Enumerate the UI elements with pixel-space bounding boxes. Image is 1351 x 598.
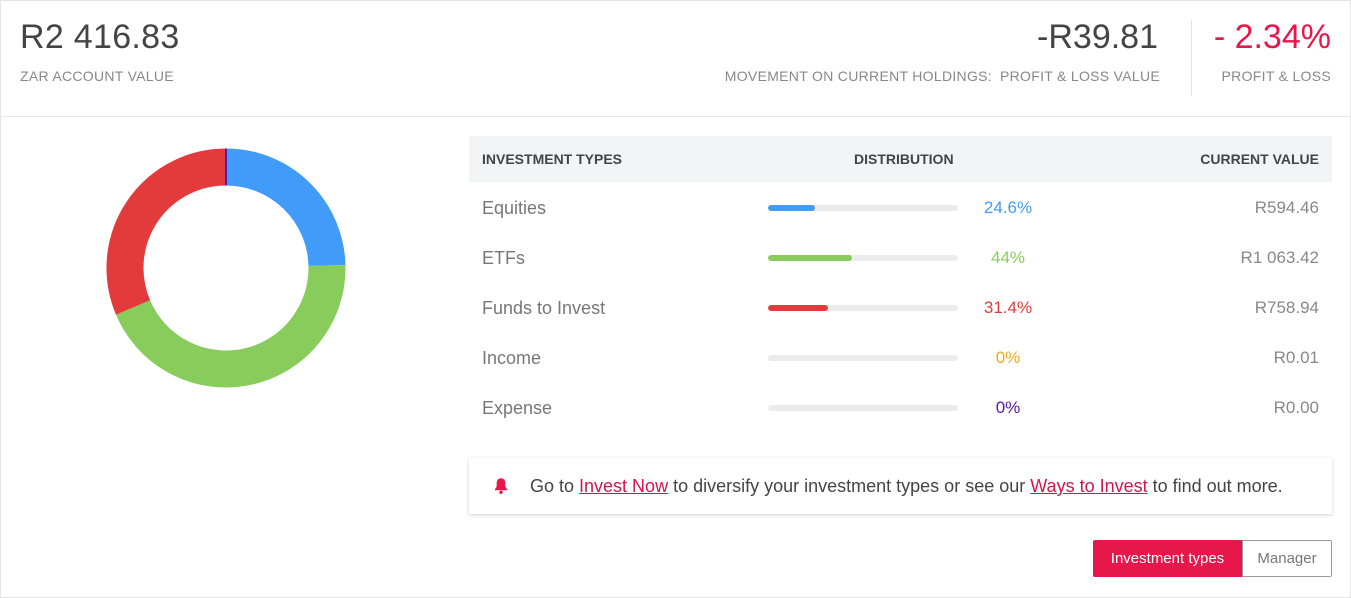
bell-icon [495,478,507,494]
movement-label: MOVEMENT ON CURRENT HOLDINGS: [724,68,992,84]
manager-toggle-button[interactable]: Manager [1242,540,1332,577]
investment-types-toggle-button[interactable]: Investment types [1093,540,1242,577]
header-current-value: CURRENT VALUE [1200,151,1319,167]
investment-type-name: Income [482,348,542,368]
investment-type-name: Expense [482,398,553,418]
distribution-percent: 0% [995,398,1021,417]
distribution-percent: 0% [995,348,1021,367]
current-value: R758.94 [1254,298,1319,317]
notice-text-before: Go to [530,476,580,496]
investment-type-name: Equities [482,198,547,218]
table-row: ETFs 44% R1 063.42 [469,232,1332,282]
notice-text-after: to find out more. [1147,476,1283,496]
donut-slice-equities [225,148,346,267]
ways-to-invest-link[interactable]: Ways to Invest [1030,476,1147,496]
distribution-bar [768,255,958,261]
distribution-donut-chart [106,148,346,388]
table-row: Equities 24.6% R594.46 [469,182,1332,232]
distribution-bar [768,305,958,311]
profit-loss-percent-label: PROFIT & LOSS [1221,68,1331,84]
investment-types-table: INVESTMENT TYPES DISTRIBUTION CURRENT VA… [469,136,1332,432]
notice-text-middle: to diversify your investment types or se… [668,476,1031,496]
profit-loss-value-label: PROFIT & LOSS VALUE [999,68,1160,84]
table-row: Expense 0% R0.00 [469,382,1332,432]
account-summary-header: R2 416.83 ZAR ACCOUNT VALUE MOVEMENT ON … [0,0,1351,117]
notice-text: Go to Invest Now to diversify your inves… [530,476,1283,497]
distribution-percent: 24.6% [983,198,1033,217]
donut-slice-etfs [116,265,346,388]
table-body: Equities 24.6% R594.46 ETFs 44% R1 063.42 Fund… [469,182,1332,432]
account-value: R2 416.83 [20,18,180,56]
header-divider [1191,20,1192,96]
header-investment-types: INVESTMENT TYPES [482,151,623,167]
distribution-bar-fill [768,305,828,311]
donut-slice-funds-to-invest [106,148,227,315]
distribution-bar [768,205,958,211]
header-distribution: DISTRIBUTION [854,151,954,167]
distribution-bar-fill [768,255,852,261]
current-value: R1 063.42 [1240,248,1319,267]
distribution-percent: 31.4% [983,298,1033,317]
distribution-bar [768,405,958,411]
table-header: INVESTMENT TYPES DISTRIBUTION CURRENT VA… [469,136,1332,182]
current-value: R0.01 [1273,348,1319,367]
current-value: R0.00 [1273,398,1319,417]
table-row: Funds to Invest 31.4% R758.94 [469,282,1332,332]
table-row: Income 0% R0.01 [469,332,1332,382]
profit-loss-value: -R39.81 [1037,18,1158,56]
distribution-bar-fill [768,205,815,211]
investment-type-name: Funds to Invest [482,298,606,318]
current-value: R594.46 [1254,198,1319,217]
account-value-label: ZAR ACCOUNT VALUE [20,68,174,84]
distribution-bar [768,355,958,361]
distribution-percent: 44% [990,248,1026,267]
diversify-notice: Go to Invest Now to diversify your inves… [469,458,1332,514]
invest-now-link[interactable]: Invest Now [579,476,668,496]
profit-loss-percent: - 2.34% [1213,18,1331,56]
investment-type-name: ETFs [482,248,525,268]
